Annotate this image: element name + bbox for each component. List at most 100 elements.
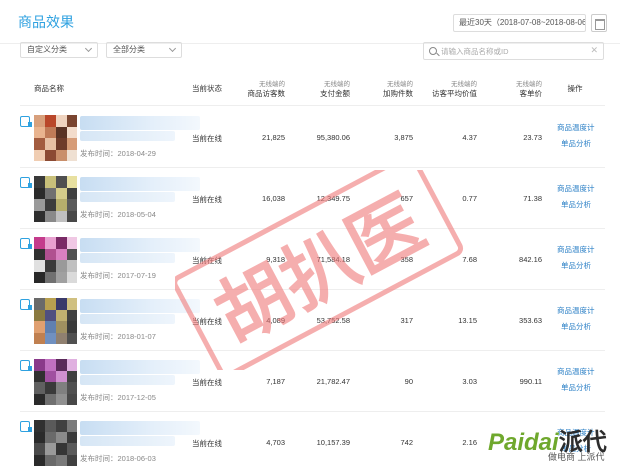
publish-time: 发布时间：2018-01-07 xyxy=(80,332,156,341)
visitors-value: 4,089 xyxy=(266,316,285,325)
status-text: 当前在线 xyxy=(192,378,222,387)
col-action: 操作 xyxy=(567,83,583,93)
product-name-blurred xyxy=(80,131,175,141)
cart-count-value: 90 xyxy=(404,377,413,386)
visitors-value: 7,187 xyxy=(266,377,285,386)
avg-value-value: 0.77 xyxy=(462,194,477,203)
unit-price-value: 71.38 xyxy=(523,194,542,203)
select-checkbox[interactable] xyxy=(20,421,32,432)
pay-amount-value: 21,782.47 xyxy=(316,377,350,386)
search-input[interactable] xyxy=(441,45,591,57)
thermometer-link[interactable]: 商品温度计 xyxy=(557,366,595,377)
col-visitors[interactable]: 无线端的 商品访客数 xyxy=(225,70,286,106)
status-text: 当前在线 xyxy=(192,439,222,448)
col-unit-price[interactable]: 无线端的 客单价 xyxy=(482,70,542,106)
product-name-blurred[interactable] xyxy=(80,299,200,313)
date-range-selector[interactable]: 最近30天（2018-07-08~2018-08-06） xyxy=(453,14,586,32)
visitors-value: 9,318 xyxy=(266,255,285,264)
analysis-link[interactable]: 单品分析 xyxy=(561,382,591,393)
avg-value-value: 7.68 xyxy=(462,255,477,264)
custom-category-select[interactable]: 自定义分类 xyxy=(20,42,98,58)
select-checkbox[interactable] xyxy=(20,360,32,371)
product-name-blurred xyxy=(80,192,175,202)
visitors-value: 16,038 xyxy=(262,194,285,203)
status-text: 当前在线 xyxy=(192,195,222,204)
col-pay-amount[interactable]: 无线端的 支付金额 xyxy=(290,70,350,106)
pay-amount-value: 95,380.06 xyxy=(316,133,350,142)
product-name-blurred[interactable] xyxy=(80,177,200,191)
table-row: 发布时间：2017-07-19 当前在线 9,318 71,584.18 358 7.68… xyxy=(20,229,605,290)
cart-count-value: 742 xyxy=(400,438,413,447)
publish-time: 发布时间：2017-07-19 xyxy=(80,271,156,280)
publish-time: 发布时间：2018-05-04 xyxy=(80,210,156,219)
publish-time: 发布时间：2018-04-29 xyxy=(80,149,156,158)
product-name-blurred[interactable] xyxy=(80,116,200,130)
status-text: 当前在线 xyxy=(192,317,222,326)
custom-category-label: 自定义分类 xyxy=(27,45,67,54)
cart-count-value: 3,875 xyxy=(394,133,413,142)
select-checkbox[interactable] xyxy=(20,299,32,310)
analysis-link[interactable]: 单品分析 xyxy=(561,138,591,149)
publish-time: 发布时间：2017-12-05 xyxy=(80,393,156,402)
product-thumbnail[interactable] xyxy=(34,298,77,344)
analysis-link[interactable]: 单品分析 xyxy=(561,321,591,332)
pay-amount-value: 12,349.75 xyxy=(316,194,350,203)
status-text: 当前在线 xyxy=(192,134,222,143)
product-name-blurred xyxy=(80,436,175,446)
search-icon xyxy=(429,47,437,55)
product-thumbnail[interactable] xyxy=(34,237,77,283)
clear-icon[interactable]: ✕ xyxy=(590,45,598,56)
unit-price-value: 23.73 xyxy=(523,133,542,142)
avg-value-value: 2.16 xyxy=(462,438,477,447)
product-name-blurred[interactable] xyxy=(80,421,200,435)
avg-value-value: 3.03 xyxy=(462,377,477,386)
product-thumbnail[interactable] xyxy=(34,420,77,466)
product-thumbnail[interactable] xyxy=(34,359,77,405)
unit-price-value: 842.16 xyxy=(519,255,542,264)
calendar-icon[interactable] xyxy=(591,14,607,32)
avg-value-value: 13.15 xyxy=(458,316,477,325)
publish-time: 发布时间：2018-06-03 xyxy=(80,454,156,463)
product-name-blurred xyxy=(80,314,175,324)
pay-amount-value: 10,157.39 xyxy=(316,438,350,447)
product-name-blurred xyxy=(80,375,175,385)
visitors-value: 4,703 xyxy=(266,438,285,447)
thermometer-link[interactable]: 商品温度计 xyxy=(557,122,595,133)
pay-amount-value: 53,752.58 xyxy=(316,316,350,325)
table-row: 发布时间：2018-05-04 当前在线 16,038 12,349.75 657 0.7… xyxy=(20,168,605,229)
select-checkbox[interactable] xyxy=(20,238,32,249)
analysis-link[interactable]: 单品分析 xyxy=(561,260,591,271)
avg-value-value: 4.37 xyxy=(462,133,477,142)
chevron-down-icon xyxy=(84,44,93,53)
unit-price-value: 353.63 xyxy=(519,316,542,325)
all-category-label: 全部分类 xyxy=(113,45,145,54)
cart-count-value: 657 xyxy=(400,194,413,203)
logo-slogan: 做电商 上派代 xyxy=(548,452,605,462)
product-name-blurred[interactable] xyxy=(80,360,200,374)
product-name-blurred xyxy=(80,253,175,263)
table-header: 商品名称 当前状态 无线端的 商品访客数 无线端的 支付金额 无线端的 加购件数 无线… xyxy=(20,70,605,106)
product-thumbnail[interactable] xyxy=(34,115,77,161)
col-name: 商品名称 xyxy=(34,83,64,93)
table-row: 发布时间：2018-04-29 当前在线 21,825 95,380.06 3,875 4… xyxy=(20,107,605,168)
cart-count-value: 317 xyxy=(400,316,413,325)
col-status: 当前状态 xyxy=(192,83,222,93)
all-category-select[interactable]: 全部分类 xyxy=(106,42,182,58)
analysis-link[interactable]: 单品分析 xyxy=(561,199,591,210)
filter-bar: 自定义分类 全部分类 ✕ xyxy=(0,40,620,62)
search-box[interactable]: ✕ xyxy=(423,42,604,60)
select-checkbox[interactable] xyxy=(20,177,32,188)
select-checkbox[interactable] xyxy=(20,116,32,127)
thermometer-link[interactable]: 商品温度计 xyxy=(557,183,595,194)
page-title: 商品效果 xyxy=(18,14,74,30)
thermometer-link[interactable]: 商品温度计 xyxy=(557,305,595,316)
page-header: 商品效果 最近30天（2018-07-08~2018-08-06） xyxy=(0,0,620,44)
thermometer-link[interactable]: 商品温度计 xyxy=(557,244,595,255)
product-name-blurred[interactable] xyxy=(80,238,200,252)
product-thumbnail[interactable] xyxy=(34,176,77,222)
chevron-down-icon xyxy=(168,44,177,53)
col-avg-value[interactable]: 无线端的 访客平均价值 xyxy=(417,70,477,106)
unit-price-value: 990.11 xyxy=(519,377,542,386)
table-row: 发布时间：2018-01-07 当前在线 4,089 53,752.58 317 13.1… xyxy=(20,290,605,351)
col-cart-count[interactable]: 无线端的 加购件数 xyxy=(353,70,413,106)
